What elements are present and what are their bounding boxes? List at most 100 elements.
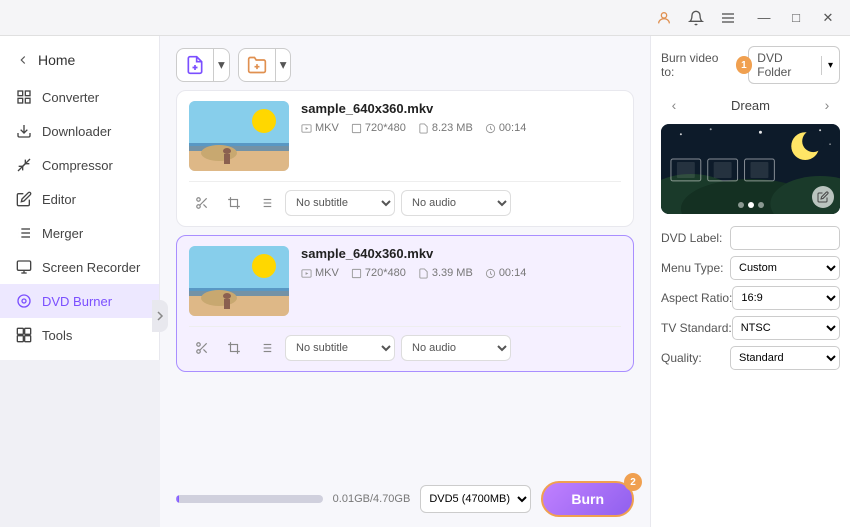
file-format-2: MKV xyxy=(301,267,339,279)
tv-standard-select[interactable]: NTSC xyxy=(732,316,840,340)
menu-type-label: Menu Type: xyxy=(661,261,723,275)
sidebar-item-merger[interactable]: Merger xyxy=(0,216,159,250)
list-icon xyxy=(259,196,273,210)
crop-button-1[interactable] xyxy=(221,190,247,216)
theme-next-button[interactable]: › xyxy=(816,94,838,116)
edit-icon xyxy=(817,191,829,203)
file-meta-2: MKV 720*480 3.39 MB xyxy=(301,267,621,279)
add-folder-icon xyxy=(247,55,267,75)
file-size-1: 8.23 MB xyxy=(418,122,473,134)
minimize-button[interactable]: — xyxy=(750,7,778,29)
sidebar-item-tools[interactable]: Tools xyxy=(0,318,159,352)
sidebar-item-downloader[interactable]: Downloader xyxy=(0,114,159,148)
storage-info: 0.01GB/4.70GB xyxy=(333,493,411,505)
downloader-icon xyxy=(16,123,32,139)
audio-select-2[interactable]: No audio xyxy=(401,335,511,361)
tools-icon xyxy=(16,327,32,343)
dvd-label-input[interactable] xyxy=(730,226,840,250)
add-folder-dropdown[interactable]: ▾ xyxy=(275,49,291,81)
file-thumbnail-2 xyxy=(189,246,289,316)
add-file-dropdown[interactable]: ▾ xyxy=(213,49,229,81)
sidebar-item-editor[interactable]: Editor xyxy=(0,182,159,216)
clock-icon xyxy=(485,123,496,134)
close-button[interactable]: ✕ xyxy=(814,7,842,29)
progress-bar xyxy=(176,495,323,503)
add-file-btn[interactable]: ▾ xyxy=(176,48,230,82)
audio-select-1[interactable]: No audio xyxy=(401,190,511,216)
app-body: Home Converter Downloader xyxy=(0,36,850,527)
maximize-button[interactable]: □ xyxy=(782,7,810,29)
burn-to-label: Burn video to: xyxy=(661,51,730,79)
file-card-2[interactable]: sample_640x360.mkv MKV 720*480 xyxy=(176,235,634,372)
crop-button-2[interactable] xyxy=(221,335,247,361)
burn-to-value[interactable]: DVD Folder xyxy=(749,47,821,83)
file-info-2: sample_640x360.mkv MKV 720*480 xyxy=(301,246,621,279)
burn-to-select-wrap: DVD Folder ▾ xyxy=(748,46,840,84)
theme-prev-button[interactable]: ‹ xyxy=(663,94,685,116)
theme-dot-2 xyxy=(748,202,754,208)
editor-icon xyxy=(16,191,32,207)
file-list: sample_640x360.mkv MKV 720*480 xyxy=(160,90,650,471)
file-card-top-2: sample_640x360.mkv MKV 720*480 xyxy=(189,246,621,316)
sidebar-wrap: Home Converter Downloader xyxy=(0,36,160,527)
subtitle-select-2[interactable]: No subtitle xyxy=(285,335,395,361)
file-format-1: MKV xyxy=(301,122,339,134)
quality-select[interactable]: Standard xyxy=(730,346,840,370)
compressor-icon xyxy=(16,157,32,173)
burn-to-dropdown-btn[interactable]: ▾ xyxy=(821,56,839,75)
add-file-main[interactable] xyxy=(177,49,213,81)
add-folder-btn[interactable]: ▾ xyxy=(238,48,292,82)
sidebar-toggle[interactable] xyxy=(152,300,168,332)
tv-standard-label: TV Standard: xyxy=(661,321,732,335)
cut-button-2[interactable] xyxy=(189,335,215,361)
burn-button[interactable]: Burn xyxy=(541,481,634,517)
sidebar-home-label: Home xyxy=(38,52,75,68)
sidebar-item-compressor[interactable]: Compressor xyxy=(0,148,159,182)
file-actions-1: No subtitle No audio xyxy=(189,181,621,216)
dvd-label-row: DVD Label: xyxy=(661,226,840,250)
menu-icon[interactable] xyxy=(714,7,742,29)
list-icon-2 xyxy=(259,341,273,355)
face-icon[interactable] xyxy=(650,7,678,29)
burn-btn-wrap: Burn 2 xyxy=(541,481,634,517)
list-button-2[interactable] xyxy=(253,335,279,361)
add-file-icon xyxy=(185,55,205,75)
subtitle-select-1[interactable]: No subtitle xyxy=(285,190,395,216)
screen-recorder-icon xyxy=(16,259,32,275)
crop-icon-2 xyxy=(227,341,241,355)
sidebar-item-label: Compressor xyxy=(42,158,113,173)
disc-select[interactable]: DVD5 (4700MB) xyxy=(420,485,531,513)
aspect-ratio-row: Aspect Ratio: 16:9 xyxy=(661,286,840,310)
converter-icon xyxy=(16,89,32,105)
sidebar-item-label: DVD Burner xyxy=(42,294,112,309)
theme-edit-button[interactable] xyxy=(812,186,834,208)
bell-icon[interactable] xyxy=(682,7,710,29)
sidebar-home[interactable]: Home xyxy=(0,44,159,80)
scissors-icon-2 xyxy=(195,341,209,355)
burn-to-badge: 1 xyxy=(736,56,753,74)
burn-to-control: 1 DVD Folder ▾ xyxy=(736,46,840,84)
title-bar: — □ ✕ xyxy=(0,0,850,36)
file-actions-2: No subtitle No audio xyxy=(189,326,621,361)
sidebar-item-converter[interactable]: Converter xyxy=(0,80,159,114)
quality-label: Quality: xyxy=(661,351,702,365)
file-card-top-1: sample_640x360.mkv MKV 720*480 xyxy=(189,101,621,171)
theme-dot-1 xyxy=(738,202,744,208)
beach-preview-2 xyxy=(189,246,289,316)
file-card-1[interactable]: sample_640x360.mkv MKV 720*480 xyxy=(176,90,634,227)
sidebar-item-screen-recorder[interactable]: Screen Recorder xyxy=(0,250,159,284)
sidebar-item-dvd-burner[interactable]: DVD Burner xyxy=(0,284,159,318)
dvd-burner-icon xyxy=(16,293,32,309)
menu-type-select[interactable]: Custom xyxy=(730,256,840,280)
merger-icon xyxy=(16,225,32,241)
list-button-1[interactable] xyxy=(253,190,279,216)
quality-row: Quality: Standard xyxy=(661,346,840,370)
sidebar-item-label: Merger xyxy=(42,226,83,241)
resolution-icon xyxy=(351,123,362,134)
theme-nav: ‹ Dream › xyxy=(651,90,850,120)
aspect-ratio-select[interactable]: 16:9 xyxy=(732,286,840,310)
burn-to-row: Burn video to: 1 DVD Folder ▾ xyxy=(651,36,850,90)
add-folder-main[interactable] xyxy=(239,49,275,81)
cut-button-1[interactable] xyxy=(189,190,215,216)
menu-type-row: Menu Type: Custom xyxy=(661,256,840,280)
